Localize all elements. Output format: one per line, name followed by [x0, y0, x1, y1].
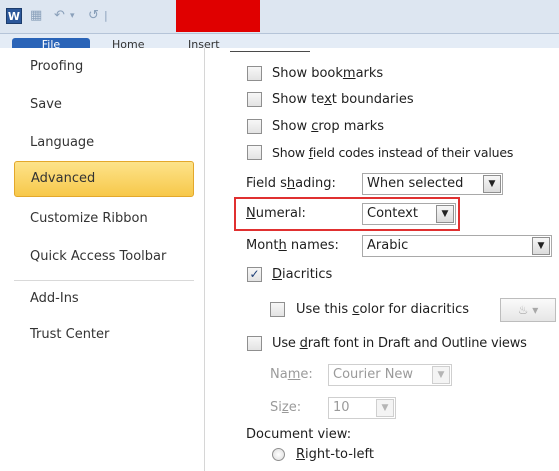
diacritics-color-picker[interactable]: ♨ ▾ — [500, 298, 556, 322]
sidebar-item-language[interactable]: Language — [14, 124, 194, 162]
draft-font-checkbox[interactable] — [247, 336, 262, 351]
sidebar-item-trust-center[interactable]: Trust Center — [14, 316, 194, 354]
font-name-label: Name: — [270, 367, 313, 382]
advanced-options-pane: Show bookmarks Show text boundaries Show… — [206, 48, 559, 471]
show-bookmarks-checkbox[interactable] — [247, 66, 262, 81]
redacted-title-block — [176, 0, 260, 32]
diacritics-color-checkbox[interactable] — [270, 302, 285, 317]
show-bookmarks-label: Show bookmarks — [272, 66, 384, 81]
undo-icon[interactable]: ↶ — [54, 8, 65, 24]
sidebar-item-proofing[interactable]: Proofing — [14, 48, 194, 86]
diacritics-checkbox[interactable]: ✓ — [247, 267, 262, 282]
draft-font-label: Use draft font in Draft and Outline view… — [272, 336, 527, 351]
font-size-label: Size: — [270, 400, 302, 415]
font-size-value: 10 — [333, 400, 350, 415]
title-bar: W ▦ ↶ ▾ ↺ | — [0, 0, 559, 34]
chevron-down-icon[interactable]: ▼ — [432, 366, 450, 384]
show-field-codes-option[interactable]: Show field codes instead of their values — [206, 142, 559, 164]
word-app-icon[interactable]: W — [6, 8, 22, 24]
show-field-codes-label: Show field codes instead of their values — [272, 145, 514, 160]
draft-font-option[interactable]: Use draft font in Draft and Outline view… — [206, 333, 559, 355]
chevron-down-icon[interactable]: ▼ — [483, 175, 501, 193]
month-names-label: Month names: — [246, 238, 339, 253]
show-field-codes-checkbox[interactable] — [247, 145, 262, 160]
sidebar-item-quick-access-toolbar[interactable]: Quick Access Toolbar — [14, 238, 194, 276]
document-view-label: Document view: — [246, 427, 352, 442]
chevron-down-icon[interactable]: ▼ — [376, 399, 394, 417]
right-to-left-radio[interactable] — [272, 448, 285, 461]
sidebar-item-add-ins[interactable]: Add-Ins — [14, 280, 194, 318]
diacritics-color-label: Use this color for diacritics — [296, 302, 470, 317]
show-crop-marks-label: Show crop marks — [272, 119, 385, 134]
show-crop-marks-option[interactable]: Show crop marks — [206, 116, 546, 138]
diacritics-option[interactable]: ✓ Diacritics — [206, 264, 406, 286]
options-category-pane: Proofing Save Language Advanced Customiz… — [0, 48, 205, 471]
show-text-boundaries-label: Show text boundaries — [272, 92, 414, 107]
show-text-boundaries-option[interactable]: Show text boundaries — [206, 89, 546, 111]
show-crop-marks-checkbox[interactable] — [247, 119, 262, 134]
show-text-boundaries-checkbox[interactable] — [247, 92, 262, 107]
field-shading-label: Field shading: — [246, 176, 336, 191]
chevron-down-icon[interactable]: ▼ — [436, 205, 454, 223]
sidebar-item-save[interactable]: Save — [14, 86, 194, 124]
sidebar-item-advanced[interactable]: Advanced — [14, 161, 194, 197]
font-size-dropdown[interactable]: 10 ▼ — [328, 397, 396, 419]
field-shading-dropdown[interactable]: When selected ▼ — [362, 173, 503, 195]
toolbar-separator-icon: | — [104, 9, 108, 22]
save-icon[interactable]: ▦ — [30, 8, 42, 24]
show-bookmarks-option[interactable]: Show bookmarks — [206, 63, 546, 85]
redo-icon[interactable]: ↺ — [88, 8, 99, 24]
month-names-value: Arabic — [367, 238, 409, 253]
undo-dropdown-icon[interactable]: ▾ — [70, 8, 75, 24]
chevron-down-icon: ▾ — [532, 303, 539, 317]
field-shading-value: When selected — [367, 176, 464, 191]
month-names-dropdown[interactable]: Arabic ▼ — [362, 235, 552, 257]
font-name-value: Courier New — [333, 367, 414, 382]
section-divider — [230, 51, 310, 52]
sidebar-item-customize-ribbon[interactable]: Customize Ribbon — [14, 200, 194, 238]
chevron-down-icon[interactable]: ▼ — [532, 237, 550, 255]
numeral-value: Context — [367, 206, 418, 221]
font-name-dropdown[interactable]: Courier New ▼ — [328, 364, 452, 386]
numeral-label: Numeral: — [246, 206, 306, 221]
paint-bucket-icon: ♨ — [517, 303, 529, 317]
diacritics-label: Diacritics — [272, 267, 333, 282]
right-to-left-label: Right-to-left — [296, 447, 374, 462]
numeral-dropdown[interactable]: Context ▼ — [362, 203, 456, 225]
